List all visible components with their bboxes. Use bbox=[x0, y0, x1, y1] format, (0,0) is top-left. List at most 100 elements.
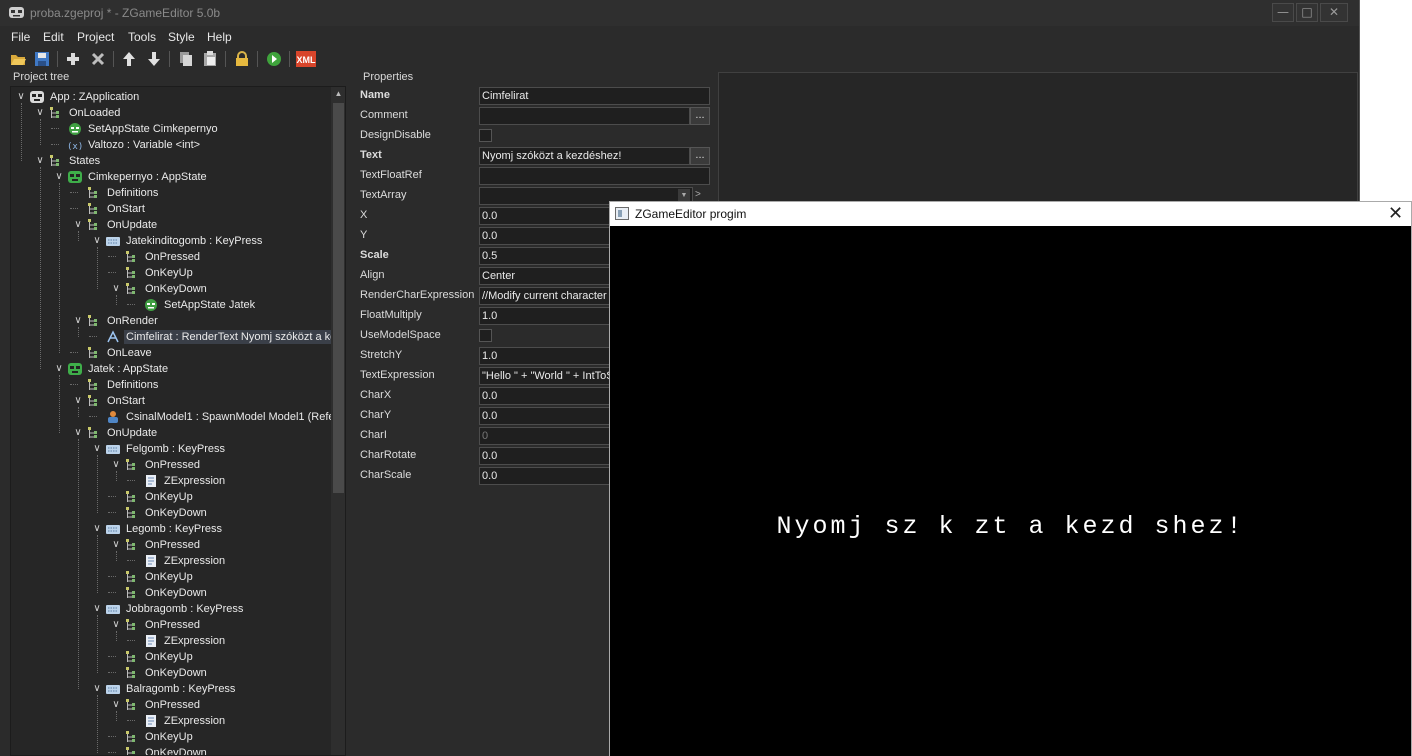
tree-node[interactable]: ∨ OnLoaded bbox=[11, 105, 331, 121]
tree-node[interactable]: ∨ OnUpdate bbox=[11, 425, 331, 441]
tree-branch-line bbox=[108, 272, 116, 273]
chevron-down-icon[interactable]: ∨ bbox=[72, 426, 84, 440]
chevron-down-icon[interactable]: ∨ bbox=[110, 698, 122, 712]
property-browse-button[interactable]: ... bbox=[690, 147, 710, 165]
tree-node[interactable]: ZExpression bbox=[11, 713, 331, 729]
property-browse-button[interactable]: ... bbox=[690, 107, 710, 125]
menu-project[interactable]: Project bbox=[77, 30, 114, 44]
tree-node[interactable]: OnKeyDown bbox=[11, 665, 331, 681]
chevron-down-icon[interactable]: ∨ bbox=[91, 602, 103, 616]
tree-node[interactable]: ZExpression bbox=[11, 473, 331, 489]
tree-node[interactable]: ∨ OnUpdate bbox=[11, 217, 331, 233]
tree-node[interactable]: ∨ OnPressed bbox=[11, 697, 331, 713]
tree-node[interactable]: ∨ States bbox=[11, 153, 331, 169]
tree-node[interactable]: OnKeyDown bbox=[11, 585, 331, 601]
tree-node[interactable]: ∨ Balragomb : KeyPress bbox=[11, 681, 331, 697]
tree-node[interactable]: Definitions bbox=[11, 377, 331, 393]
chevron-down-icon[interactable]: ∨ bbox=[53, 170, 65, 184]
tree-node[interactable]: OnStart bbox=[11, 201, 331, 217]
lock-icon[interactable] bbox=[233, 50, 251, 68]
chevron-down-icon[interactable]: ∨ bbox=[15, 90, 27, 104]
move-up-icon[interactable] bbox=[120, 50, 138, 68]
maximize-button[interactable]: □ bbox=[1296, 3, 1318, 22]
tree-node[interactable]: ∨ App : ZApplication bbox=[11, 89, 331, 105]
scroll-up-arrow-icon[interactable]: ▲ bbox=[331, 87, 345, 101]
chevron-down-icon[interactable]: ∨ bbox=[110, 618, 122, 632]
tree-branch-line bbox=[108, 656, 116, 657]
xml-icon[interactable]: XML bbox=[296, 50, 316, 68]
tree-node[interactable]: ∨ Cimkepernyo : AppState bbox=[11, 169, 331, 185]
chevron-down-icon[interactable]: ∨ bbox=[91, 234, 103, 248]
tree-node[interactable]: ∨ OnRender bbox=[11, 313, 331, 329]
save-icon[interactable] bbox=[33, 50, 51, 68]
tree-node[interactable]: ∨ Jatek : AppState bbox=[11, 361, 331, 377]
panel-splitter[interactable] bbox=[346, 86, 356, 756]
tree-node[interactable]: ZExpression bbox=[11, 553, 331, 569]
tree-node[interactable]: OnKeyUp bbox=[11, 489, 331, 505]
tree-node[interactable]: OnKeyUp bbox=[11, 649, 331, 665]
chevron-down-icon[interactable]: ∨ bbox=[72, 394, 84, 408]
tree-node[interactable]: SetAppState Cimkepernyo bbox=[11, 121, 331, 137]
tree-node[interactable]: ∨ OnPressed bbox=[11, 617, 331, 633]
tree-node[interactable]: Cimfelirat : RenderText Nyomj szóközt a … bbox=[11, 329, 331, 345]
property-name: Name bbox=[360, 89, 390, 101]
tree-node[interactable]: OnKeyUp bbox=[11, 265, 331, 281]
tree-node[interactable]: ∨ Jatekinditogomb : KeyPress bbox=[11, 233, 331, 249]
property-checkbox[interactable] bbox=[479, 129, 492, 142]
tree-scrollbar[interactable]: ▲ bbox=[331, 87, 345, 755]
minimize-button[interactable]: — bbox=[1272, 3, 1294, 22]
tree-node[interactable]: ∨ Legomb : KeyPress bbox=[11, 521, 331, 537]
project-tree[interactable]: ∨ App : ZApplication ∨ OnLoaded SetAppState … bbox=[10, 86, 346, 756]
chevron-down-icon[interactable]: ∨ bbox=[53, 362, 65, 376]
property-value-field[interactable] bbox=[479, 167, 710, 185]
menu-edit[interactable]: Edit bbox=[43, 30, 64, 44]
chevron-down-icon[interactable]: ∨ bbox=[34, 154, 46, 168]
tree-node[interactable]: OnKeyDown bbox=[11, 505, 331, 521]
tree-node[interactable]: Definitions bbox=[11, 185, 331, 201]
tree-node[interactable]: ∨ OnStart bbox=[11, 393, 331, 409]
tree-node[interactable]: SetAppState Jatek bbox=[11, 297, 331, 313]
tree-node[interactable]: ∨ Felgomb : KeyPress bbox=[11, 441, 331, 457]
menu-style[interactable]: Style bbox=[168, 30, 195, 44]
property-value-field[interactable]: Nyomj szóközt a kezdéshez! bbox=[479, 147, 690, 165]
open-folder-icon[interactable] bbox=[9, 50, 27, 68]
tree-node[interactable]: ZExpression bbox=[11, 633, 331, 649]
tree-node[interactable]: OnKeyUp bbox=[11, 569, 331, 585]
property-checkbox[interactable] bbox=[479, 329, 492, 342]
chevron-down-icon[interactable]: ∨ bbox=[110, 282, 122, 296]
chevron-down-icon[interactable]: ∨ bbox=[91, 442, 103, 456]
menu-file[interactable]: File bbox=[11, 30, 30, 44]
tree-scrollbar-thumb[interactable] bbox=[333, 103, 344, 493]
tree-node[interactable]: OnLeave bbox=[11, 345, 331, 361]
chevron-down-icon[interactable]: ∨ bbox=[72, 218, 84, 232]
add-icon[interactable] bbox=[64, 50, 82, 68]
copy-icon[interactable] bbox=[177, 50, 195, 68]
menu-help[interactable]: Help bbox=[207, 30, 232, 44]
tree-node[interactable]: OnPressed bbox=[11, 249, 331, 265]
tree-node[interactable]: ∨ Jobbragomb : KeyPress bbox=[11, 601, 331, 617]
tree-node[interactable]: ∨ OnKeyDown bbox=[11, 281, 331, 297]
close-button[interactable]: ✕ bbox=[1320, 3, 1348, 22]
menu-tools[interactable]: Tools bbox=[128, 30, 156, 44]
game-canvas[interactable]: Nyomj sz k zt a kezd shez! bbox=[610, 226, 1411, 756]
tree-node[interactable]: ∨ OnPressed bbox=[11, 537, 331, 553]
expand-arrow-icon[interactable]: > bbox=[695, 189, 707, 200]
tree-node[interactable]: OnKeyDown bbox=[11, 745, 331, 755]
delete-icon[interactable] bbox=[89, 50, 107, 68]
chevron-down-icon[interactable]: ∨ bbox=[91, 522, 103, 536]
game-close-button[interactable]: ✕ bbox=[1380, 202, 1411, 226]
property-value-field[interactable] bbox=[479, 107, 690, 125]
tree-node[interactable]: CsinalModel1 : SpawnModel Model1 (Refere… bbox=[11, 409, 331, 425]
run-icon[interactable] bbox=[265, 50, 283, 68]
chevron-down-icon[interactable]: ∨ bbox=[34, 106, 46, 120]
chevron-down-icon[interactable]: ∨ bbox=[72, 314, 84, 328]
move-down-icon[interactable] bbox=[145, 50, 163, 68]
tree-node[interactable]: OnKeyUp bbox=[11, 729, 331, 745]
chevron-down-icon[interactable]: ∨ bbox=[110, 538, 122, 552]
tree-node[interactable]: (x)= Valtozo : Variable <int> bbox=[11, 137, 331, 153]
tree-node[interactable]: ∨ OnPressed bbox=[11, 457, 331, 473]
paste-icon[interactable] bbox=[201, 50, 219, 68]
chevron-down-icon[interactable]: ∨ bbox=[110, 458, 122, 472]
chevron-down-icon[interactable]: ∨ bbox=[91, 682, 103, 696]
property-value-field[interactable]: Cimfelirat bbox=[479, 87, 710, 105]
